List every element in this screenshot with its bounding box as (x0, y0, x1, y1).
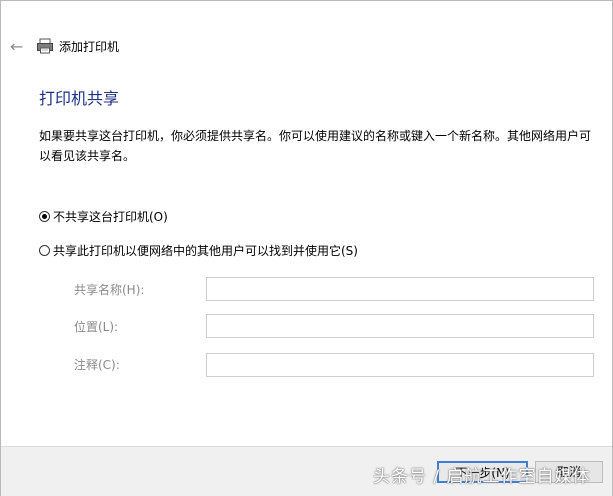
radio-share[interactable] (39, 245, 50, 256)
option-no-share-label: 不共享这台打印机(O) (53, 210, 168, 224)
window-title: 添加打印机 (59, 40, 120, 54)
location-label: 位置(L): (74, 320, 119, 334)
comment-input[interactable] (206, 353, 594, 377)
radio-no-share[interactable] (39, 211, 50, 222)
option-share[interactable]: 共享此打印机以便网络中的其他用户可以找到并使用它(S) (39, 242, 358, 259)
page-heading: 打印机共享 (39, 89, 120, 108)
option-share-label: 共享此打印机以便网络中的其他用户可以找到并使用它(S) (53, 244, 358, 258)
location-input[interactable] (206, 314, 594, 338)
comment-label: 注释(C): (74, 358, 120, 372)
printer-icon (37, 38, 53, 54)
page-description: 如果要共享这台打印机，你必须提供共享名。你可以使用建议的名称或键入一个新名称。其… (39, 129, 592, 163)
share-name-input[interactable] (206, 277, 594, 301)
share-name-label: 共享名称(H): (74, 283, 145, 297)
watermark-text: 头条号 / 启航工作室自媒体 (373, 467, 591, 487)
back-arrow-icon[interactable]: ← (10, 38, 28, 56)
option-no-share[interactable]: 不共享这台打印机(O) (39, 208, 168, 225)
